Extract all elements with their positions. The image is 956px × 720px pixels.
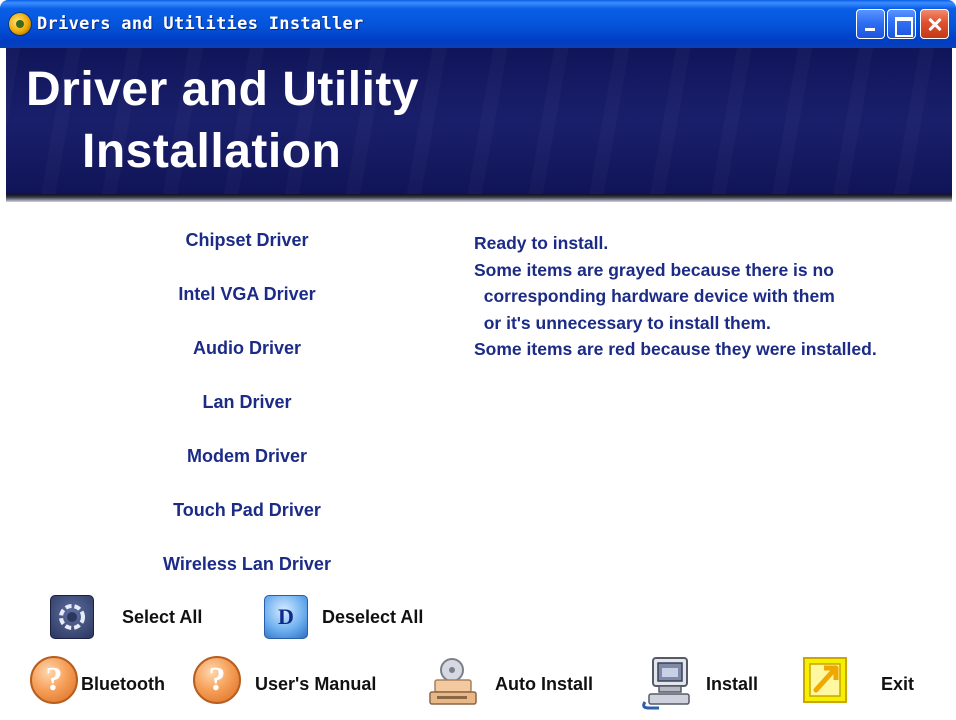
select-all-button[interactable]: Select All	[50, 595, 202, 639]
banner-title-line1: Driver and Utility	[26, 63, 420, 116]
status-line: or it's unnecessary to install them.	[474, 312, 771, 333]
driver-item-touch-pad[interactable]: Touch Pad Driver	[102, 500, 392, 521]
banner-divider	[6, 194, 952, 202]
driver-item-audio[interactable]: Audio Driver	[102, 338, 392, 359]
install-button[interactable]: Install	[641, 656, 771, 714]
bluetooth-button[interactable]: ? Bluetooth	[30, 656, 180, 714]
select-all-label: Select All	[122, 606, 203, 627]
bluetooth-label: Bluetooth	[81, 674, 165, 694]
auto-install-button[interactable]: Auto Install	[427, 656, 607, 714]
install-label: Install	[706, 674, 759, 694]
exit-label: Exit	[881, 674, 915, 694]
driver-item-modem[interactable]: Modem Driver	[102, 446, 392, 467]
status-message: Ready to install. Some items are grayed …	[474, 230, 952, 363]
driver-item-intel-vga[interactable]: Intel VGA Driver	[102, 284, 392, 305]
users-manual-label: User's Manual	[255, 674, 377, 694]
deselect-all-button[interactable]: D Deselect All	[264, 595, 423, 639]
header-banner: Driver and Utility Installation	[6, 48, 952, 194]
app-icon	[9, 13, 31, 35]
select-all-icon	[50, 595, 94, 639]
help-icon: ?	[30, 656, 78, 704]
deselect-all-icon: D	[264, 595, 308, 639]
exit-button[interactable]: Exit	[802, 656, 932, 714]
driver-item-lan[interactable]: Lan Driver	[102, 392, 392, 413]
users-manual-button[interactable]: ? User's Manual	[193, 656, 403, 714]
status-line: Some items are grayed because there is n…	[474, 259, 834, 280]
driver-item-wireless-lan[interactable]: Wireless Lan Driver	[102, 554, 392, 575]
banner-title-line2: Installation	[82, 125, 342, 178]
maximize-button[interactable]	[887, 9, 916, 39]
status-line: Some items are red because they were ins…	[474, 339, 877, 359]
auto-install-label: Auto Install	[495, 674, 593, 694]
close-button[interactable]	[920, 9, 949, 39]
auto-install-icon	[427, 656, 477, 708]
title-bar[interactable]: Drivers and Utilities Installer	[0, 0, 956, 48]
status-line: Ready to install.	[474, 233, 609, 253]
window-title: Drivers and Utilities Installer	[37, 14, 364, 34]
help-icon: ?	[193, 656, 241, 704]
exit-icon	[802, 656, 848, 704]
minimize-button[interactable]	[856, 9, 885, 39]
driver-item-chipset[interactable]: Chipset Driver	[102, 230, 392, 251]
status-line: corresponding hardware device with them	[474, 286, 835, 306]
computer-icon	[641, 656, 693, 710]
deselect-all-label: Deselect All	[322, 606, 424, 627]
